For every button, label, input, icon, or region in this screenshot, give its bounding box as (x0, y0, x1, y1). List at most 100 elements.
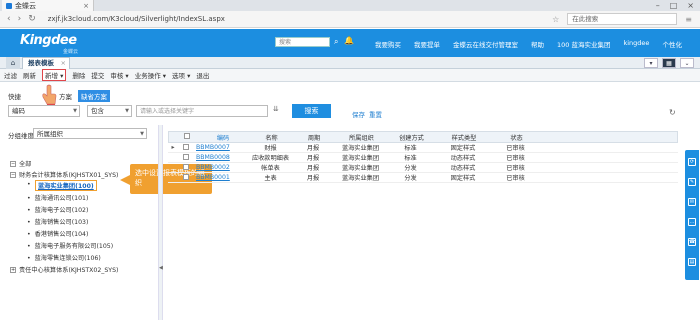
table-row[interactable]: BBMB0001 主表 月报 蓝海实业集团 分发 固定样式 已审核 (168, 173, 678, 183)
toolbar-filter[interactable]: 过滤 (4, 70, 17, 80)
col-style-type[interactable]: 样式类型 (434, 133, 494, 142)
back-icon[interactable]: ‹ (7, 14, 11, 24)
tree-node-org-103[interactable]: • 蓝海销售公司(103) (27, 217, 88, 226)
toolbar-refresh[interactable]: 刷新 (23, 70, 36, 80)
tree-node-org-104[interactable]: • 香港销售公司(104) (27, 229, 88, 238)
collapse-icon[interactable]: − (10, 161, 16, 167)
reset-link[interactable]: 重置 (369, 109, 382, 119)
header-search-input[interactable]: 搜索 (275, 37, 330, 47)
toolbar-business-ops[interactable]: 业务操作 ▾ (135, 70, 166, 80)
expand-icon[interactable]: + (10, 267, 16, 273)
row-checkbox[interactable] (178, 163, 193, 172)
header-menu-delivery[interactable]: 金蝶云在线交付管理室 (453, 39, 518, 49)
filter-operator-value: 包含 (91, 107, 104, 115)
header-menu-user[interactable]: kingdee (623, 39, 649, 49)
header-menu-ticket[interactable]: 我要提单 (414, 39, 440, 49)
cell-style-type: 动态样式 (450, 165, 476, 172)
menu-icon[interactable]: ≡ (685, 15, 692, 24)
collapse-panel-icon[interactable]: ◀ (159, 265, 163, 271)
col-org[interactable]: 所属组织 (334, 133, 389, 142)
tree-node-org-101[interactable]: • 蓝海通讯公司(101) (27, 193, 88, 202)
select-all-checkbox[interactable] (179, 133, 194, 141)
tree-node-root[interactable]: − 全部 (10, 159, 31, 168)
close-window-icon[interactable]: × (687, 1, 694, 10)
cell-org: 蓝海实业集团 (341, 165, 380, 172)
right-tool-rail: ⟳ ✎ ✉ … ☎ ▤ (685, 150, 699, 280)
close-tab-icon[interactable]: × (83, 2, 89, 10)
cell-code-link[interactable]: BBMB0001 (193, 174, 248, 181)
favicon-icon (6, 2, 12, 9)
filter-field-select[interactable]: 编码 ▼ (8, 105, 80, 117)
table-row[interactable]: ▸ BBMB0007 财报 月报 蓝海实业集团 标准 固定样式 已审核 (168, 143, 678, 153)
toolbar-audit[interactable]: 审核 ▾ (110, 70, 128, 80)
edit-icon[interactable]: ✎ (688, 178, 696, 186)
cell-status: 已审核 (506, 165, 525, 172)
browser-search-input[interactable]: 在此搜索 (567, 13, 678, 25)
default-scheme-button[interactable]: 缺省方案 (78, 90, 110, 102)
row-checkbox[interactable] (178, 143, 193, 152)
row-checkbox[interactable] (178, 153, 193, 162)
phone-icon[interactable]: ☎ (688, 238, 696, 246)
filter-operator-select[interactable]: 包含 ▼ (87, 105, 132, 117)
toolbar-options[interactable]: 选项 ▾ (172, 70, 190, 80)
close-icon[interactable]: × (61, 58, 66, 69)
toolbar-new[interactable]: 新增 ▾ (42, 69, 67, 81)
report-template-grid: 编码 名称 周期 所属组织 创建方式 样式类型 状态 ▸ BBMB0007 财报… (168, 131, 678, 183)
toolbar-exit[interactable]: 退出 (196, 70, 209, 80)
browser-tab[interactable]: 金蝶云 × (2, 0, 94, 11)
tree-node-label: 蓝海通讯公司(101) (34, 195, 89, 202)
expand-filter-icon[interactable]: ⇊ (273, 105, 279, 113)
toolbar-submit[interactable]: 提交 (91, 70, 104, 80)
tree-node-org-102[interactable]: • 蓝海电子公司(102) (27, 205, 88, 214)
header-menu-help[interactable]: 帮助 (531, 39, 544, 49)
search-icon[interactable]: ⌕ (334, 37, 338, 47)
url-text[interactable]: zxjf.jk3cloud.com/K3cloud/Silverlight/In… (48, 15, 225, 23)
col-status[interactable]: 状态 (494, 133, 539, 142)
tree-node-org-106[interactable]: • 蓝海零售连锁公司(106) (27, 253, 101, 262)
col-code[interactable]: 编码 (194, 133, 249, 142)
reload-icon[interactable]: ↻ (28, 14, 36, 24)
cell-code-link[interactable]: BBMB0002 (193, 164, 248, 171)
panel-splitter[interactable] (158, 125, 163, 320)
col-period[interactable]: 周期 (294, 133, 334, 142)
tree-node-org-100[interactable]: 蓝海实业集团(100) (35, 180, 97, 191)
document-icon[interactable]: ▤ (688, 258, 696, 266)
col-create-method[interactable]: 创建方式 (389, 133, 434, 142)
collapse-icon[interactable]: − (10, 172, 16, 178)
grid-menu-icon[interactable]: ▦ (662, 58, 676, 68)
table-row[interactable]: BBMB0008 应收款明细表 月报 蓝海实业集团 标准 动态样式 已审核 (168, 153, 678, 163)
bell-icon[interactable]: 🔔 (344, 36, 354, 45)
cell-style-type: 固定样式 (450, 175, 476, 182)
star-icon[interactable]: ☆ (552, 15, 559, 24)
tree-node-label: 财务会计核算体系(KJHSTX01_SYS) (19, 172, 119, 179)
tab-list-icon[interactable]: ▾ (644, 58, 658, 68)
tab-report-template[interactable]: 报表模板 × (22, 57, 70, 69)
group-dimension-select[interactable]: 所属组织 ▼ (33, 128, 147, 139)
search-button[interactable]: 搜索 (292, 104, 331, 118)
save-scheme-link[interactable]: 保存 (352, 109, 365, 119)
header-menu-buy[interactable]: 我要购买 (375, 39, 401, 49)
header-menu-personalize[interactable]: 个性化 (662, 39, 682, 49)
header-menu-org[interactable]: 100 蓝海实业集团 (557, 39, 610, 49)
refresh-icon[interactable]: ↻ (669, 108, 676, 117)
chat-icon[interactable]: … (688, 218, 696, 226)
tree-node-group1[interactable]: − 财务会计核算体系(KJHSTX01_SYS) (10, 170, 118, 179)
filter-value-input[interactable]: 请输入或选择关键字 (136, 105, 268, 117)
col-name[interactable]: 名称 (249, 133, 294, 142)
home-tab[interactable]: ⌂ (6, 57, 20, 69)
callout-pointer (120, 175, 130, 185)
tree-node-org-105[interactable]: • 蓝海电子服务有限公司(105) (27, 241, 113, 250)
toolbar-delete[interactable]: 删除 (72, 70, 85, 80)
forward-icon[interactable]: › (18, 14, 22, 24)
cell-code-link[interactable]: BBMB0008 (193, 154, 248, 161)
sync-icon[interactable]: ⟳ (688, 158, 696, 166)
row-checkbox[interactable] (178, 173, 193, 182)
minimize-icon[interactable]: – (656, 1, 660, 10)
message-icon[interactable]: ✉ (688, 198, 696, 206)
cell-create-method: 标准 (404, 145, 417, 152)
chevron-down-icon[interactable]: ⌄ (680, 58, 694, 68)
maximize-icon[interactable]: □ (670, 1, 678, 10)
cell-code-link[interactable]: BBMB0007 (193, 144, 248, 151)
tree-node-group2[interactable]: + 责任中心核算体系(KJHSTX02_SYS) (10, 265, 118, 274)
table-row[interactable]: BBMB0002 帐单表 月报 蓝海实业集团 分发 动态样式 已审核 (168, 163, 678, 173)
